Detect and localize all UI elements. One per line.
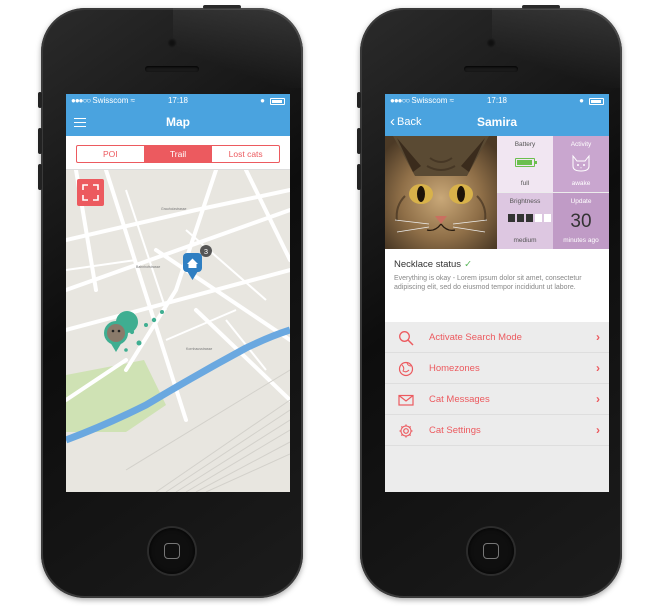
update-tile: Update 30 minutes ago <box>553 193 609 249</box>
front-camera <box>486 38 496 48</box>
svg-text:3: 3 <box>204 247 208 256</box>
glass-reflection <box>173 8 303 88</box>
expand-map-button[interactable] <box>77 179 104 206</box>
battery-value: full <box>520 180 530 187</box>
brightness-label: Brightness <box>509 198 541 205</box>
cat-face-icon <box>572 154 590 172</box>
menu-item-label: Cat Settings <box>429 425 481 436</box>
status-time: 17:18 <box>486 96 508 105</box>
necklace-status-card: Necklace status ✓ Everything is okay - Lo… <box>385 249 609 322</box>
segmented-control: POI Trail Lost cats <box>76 145 280 163</box>
nav-bar: Map <box>66 108 290 136</box>
home-button[interactable] <box>149 528 195 574</box>
svg-text:Kornhausstrasse: Kornhausstrasse <box>186 347 212 351</box>
earpiece-speaker <box>464 66 518 72</box>
chevron-right-icon: › <box>596 392 600 406</box>
volume-up-button <box>38 128 42 154</box>
segment-bar: POI Trail Lost cats <box>66 136 290 170</box>
menu-item-cat-messages[interactable]: Cat Messages › <box>385 384 609 415</box>
status-bar: ●●●○○ Swisscom ≈ 17:18 ● <box>66 94 290 108</box>
svg-text:Bahnhofstrasse: Bahnhofstrasse <box>136 265 160 269</box>
necklace-status-title: Necklace status <box>394 259 462 270</box>
lock-icon: ● <box>260 96 265 105</box>
phone-profile: ●●●○○ Swisscom ≈ 17:18 ● ‹ Back Samira B… <box>357 5 622 598</box>
globe-icon <box>398 361 414 377</box>
menu-item-label: Activate Search Mode <box>429 332 522 343</box>
envelope-icon <box>398 394 414 406</box>
activity-tile: Activity awake <box>553 136 609 192</box>
map-view[interactable]: Grauholzstrasse Bahnhofstrasse Kornhauss… <box>66 170 290 492</box>
activity-value: awake <box>571 180 591 187</box>
home-button[interactable] <box>468 528 514 574</box>
update-label: Update <box>570 198 592 205</box>
update-value: 30 <box>570 211 592 232</box>
chevron-right-icon: › <box>596 423 600 437</box>
chevron-right-icon: › <box>596 330 600 344</box>
glass-reflection <box>492 8 622 88</box>
battery-label: Battery <box>514 141 536 148</box>
home-square-icon <box>483 543 499 559</box>
cat-photo <box>385 136 497 249</box>
menu-item-homezones[interactable]: Homezones › <box>385 353 609 384</box>
phone-map: ●●●○○ Swisscom ≈ 17:18 ● Map POI Trail L… <box>38 5 303 598</box>
stage: ●●●○○ Swisscom ≈ 17:18 ● Map POI Trail L… <box>0 0 666 606</box>
front-camera <box>167 38 177 48</box>
action-menu: Activate Search Mode › Homezones › Cat M… <box>385 322 609 446</box>
menu-item-cat-settings[interactable]: Cat Settings › <box>385 415 609 446</box>
tab-trail[interactable]: Trail <box>143 146 212 162</box>
volume-down-button <box>357 164 361 190</box>
mute-switch <box>357 92 361 108</box>
brightness-tile: Brightness medium <box>497 193 553 249</box>
search-icon <box>399 331 414 346</box>
necklace-status-description: Everything is okay - Lorem ipsum dolor s… <box>394 275 582 291</box>
battery-icon <box>589 98 604 105</box>
expand-icon <box>82 184 99 201</box>
brightness-level-icon <box>508 214 551 222</box>
map-screen: ●●●○○ Swisscom ≈ 17:18 ● Map POI Trail L… <box>66 94 290 492</box>
menu-item-label: Homezones <box>429 363 480 374</box>
status-bar: ●●●○○ Swisscom ≈ 17:18 ● <box>385 94 609 108</box>
check-icon: ✓ <box>464 259 473 270</box>
necklace-status-heading: Necklace status ✓ <box>394 259 600 270</box>
nav-bar: ‹ Back Samira <box>385 108 609 136</box>
chevron-right-icon: › <box>596 361 600 375</box>
brightness-value: medium <box>513 237 537 244</box>
mute-switch <box>38 92 42 108</box>
menu-item-search-mode[interactable]: Activate Search Mode › <box>385 322 609 353</box>
home-square-icon <box>164 543 180 559</box>
gear-icon <box>399 424 413 438</box>
page-title: Samira <box>476 115 518 129</box>
volume-up-button <box>357 128 361 154</box>
lock-icon: ● <box>579 96 584 105</box>
battery-full-icon <box>515 158 537 167</box>
status-tiles: Battery full Activity awake Brightness m… <box>497 136 609 249</box>
tab-poi[interactable]: POI <box>77 146 144 162</box>
tab-lost-cats[interactable]: Lost cats <box>211 146 279 162</box>
activity-label: Activity <box>570 141 592 148</box>
battery-tile: Battery full <box>497 136 553 192</box>
update-unit: minutes ago <box>563 237 599 244</box>
status-time: 17:18 <box>167 96 189 105</box>
profile-screen: ●●●○○ Swisscom ≈ 17:18 ● ‹ Back Samira B… <box>385 94 609 492</box>
volume-down-button <box>38 164 42 190</box>
menu-item-label: Cat Messages <box>429 394 490 405</box>
page-title: Map <box>166 115 190 129</box>
battery-icon <box>270 98 285 105</box>
earpiece-speaker <box>145 66 199 72</box>
svg-text:Grauholzstrasse: Grauholzstrasse <box>161 207 187 211</box>
cat-hero: Battery full Activity awake Brightness m… <box>385 136 609 249</box>
